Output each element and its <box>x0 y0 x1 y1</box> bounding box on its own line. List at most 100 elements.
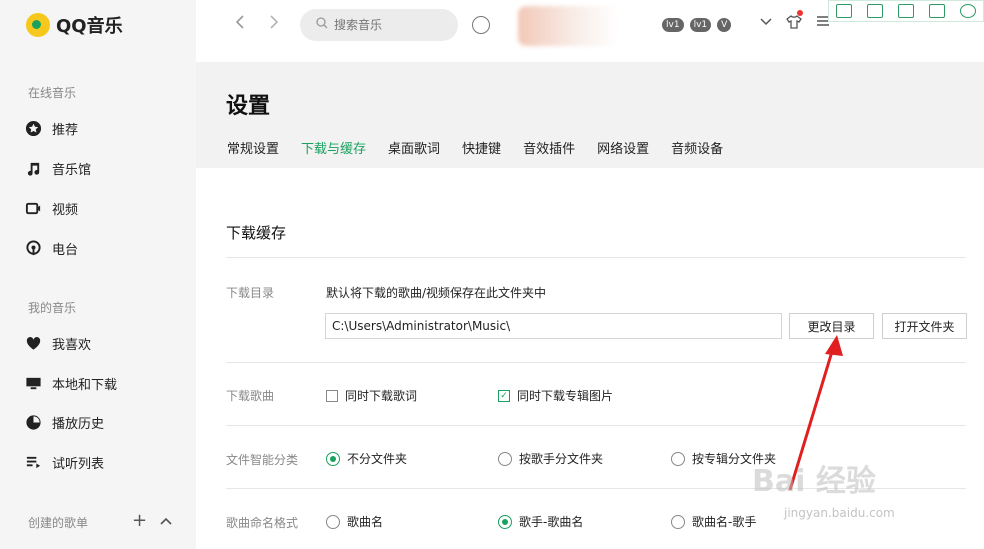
vip-badges[interactable]: lv1 lv1 V <box>662 18 732 32</box>
save-icon[interactable] <box>897 4 914 18</box>
naming-format-label: 歌曲命名格式 <box>226 516 299 530</box>
settings-header: 设置 常规设置 下载与缓存 桌面歌词 快捷键 音效插件 网络设置 音频设备 <box>196 62 984 168</box>
song-artist-option[interactable]: 歌曲名-歌手 <box>671 513 756 530</box>
playlist-tools: + <box>132 510 173 533</box>
qq-music-logo-icon <box>26 13 50 37</box>
radio-button[interactable] <box>326 514 340 529</box>
expand-icon[interactable] <box>867 4 884 18</box>
playlist-icon <box>24 453 42 471</box>
sidebar-item-label: 音乐馆 <box>52 162 92 178</box>
app-logo[interactable]: QQ音乐 <box>26 12 123 38</box>
sidebar-item-label: 推荐 <box>52 122 79 138</box>
sidebar-item-label: 试听列表 <box>52 456 105 472</box>
option-label: 按歌手分文件夹 <box>519 452 604 466</box>
download-songs-label: 下载歌曲 <box>226 389 275 403</box>
option-label: 歌曲名-歌手 <box>692 515 757 529</box>
voice-search-icon[interactable] <box>472 16 490 34</box>
open-folder-button[interactable]: 打开文件夹 <box>882 313 967 339</box>
option-label: 歌曲名 <box>347 515 384 529</box>
online-music-label: 在线音乐 <box>28 86 77 100</box>
divider <box>226 362 966 363</box>
tab-general[interactable]: 常规设置 <box>227 138 279 163</box>
sidebar-item-trial-list[interactable]: 试听列表 <box>24 451 104 473</box>
skin-icon[interactable] <box>786 14 802 34</box>
video-icon <box>24 199 42 217</box>
option-label: 同时下载专辑图片 <box>517 389 614 403</box>
download-cover-checkbox[interactable]: ✓ <box>498 389 510 402</box>
sidebar-item-label: 我喜欢 <box>52 337 92 353</box>
back-arrow-icon[interactable] <box>234 14 246 35</box>
option-label: 同时下载歌词 <box>345 389 418 403</box>
vip-icon: V <box>717 18 732 32</box>
change-directory-button[interactable]: 更改目录 <box>789 313 874 339</box>
radio-icon <box>24 239 42 257</box>
search-box[interactable] <box>300 9 458 41</box>
sidebar: QQ音乐 在线音乐 推荐 音乐馆 视频 电台 我的音乐 我喜欢 本地和下载 播放… <box>0 0 196 549</box>
monitor-icon <box>24 374 42 392</box>
option-label: 歌手-歌曲名 <box>519 515 584 529</box>
tab-download-cache[interactable]: 下载与缓存 <box>301 138 366 163</box>
sidebar-item-video[interactable]: 视频 <box>24 197 78 219</box>
level-badge: lv1 <box>662 18 684 32</box>
sidebar-item-music-hall[interactable]: 音乐馆 <box>24 157 91 179</box>
radio-button[interactable] <box>671 514 685 529</box>
add-playlist-icon[interactable]: + <box>132 510 147 533</box>
sidebar-item-label: 播放历史 <box>52 416 105 432</box>
download-path-field[interactable] <box>325 313 782 339</box>
radio-button[interactable] <box>498 451 512 466</box>
tab-audio-plugins[interactable]: 音效插件 <box>523 138 575 163</box>
download-dir-label: 下载目录 <box>226 286 275 300</box>
star-icon <box>24 119 42 137</box>
sidebar-item-local-download[interactable]: 本地和下载 <box>24 372 117 394</box>
download-lyrics-checkbox[interactable] <box>326 389 338 402</box>
divider <box>226 257 966 258</box>
radio-button[interactable] <box>671 451 685 466</box>
app-name: QQ音乐 <box>56 16 123 37</box>
no-folder-option[interactable]: 不分文件夹 <box>326 450 407 467</box>
search-input[interactable] <box>334 18 444 32</box>
download-cover-option[interactable]: ✓ 同时下载专辑图片 <box>498 387 613 404</box>
share-icon[interactable] <box>928 4 945 18</box>
tab-shortcuts[interactable]: 快捷键 <box>462 138 501 163</box>
forward-arrow-icon[interactable] <box>268 14 280 35</box>
watermark-url: jingyan.baidu.com <box>784 506 895 520</box>
option-label: 不分文件夹 <box>347 452 408 466</box>
divider <box>226 425 966 426</box>
tab-network[interactable]: 网络设置 <box>597 138 649 163</box>
music-note-icon <box>24 159 42 177</box>
top-bar: lv1 lv1 V <box>196 0 984 62</box>
page-title: 设置 <box>226 94 271 119</box>
gear-icon[interactable] <box>959 4 976 18</box>
section-title: 下载缓存 <box>226 224 287 242</box>
created-playlists-label: 创建的歌单 <box>28 516 89 530</box>
tab-desktop-lyrics[interactable]: 桌面歌词 <box>388 138 440 163</box>
sidebar-item-favorites[interactable]: 我喜欢 <box>24 332 91 354</box>
baidu-watermark: Bai 经验 <box>752 464 876 499</box>
chevron-down-icon[interactable] <box>759 14 773 32</box>
sidebar-item-history[interactable]: 播放历史 <box>24 411 104 433</box>
sidebar-item-label: 电台 <box>52 242 79 258</box>
smart-folder-label: 文件智能分类 <box>226 453 299 467</box>
level-badge: lv1 <box>689 18 712 32</box>
tablet-icon[interactable] <box>836 4 853 18</box>
collapse-icon[interactable] <box>159 510 173 533</box>
heart-icon <box>24 334 42 352</box>
search-icon <box>316 17 328 33</box>
radio-button[interactable] <box>326 451 340 466</box>
user-avatar[interactable] <box>518 6 618 46</box>
sidebar-item-radio[interactable]: 电台 <box>24 237 78 259</box>
sidebar-item-recommend[interactable]: 推荐 <box>24 117 78 139</box>
tab-audio-device[interactable]: 音频设备 <box>671 138 723 163</box>
download-lyrics-option[interactable]: 同时下载歌词 <box>326 387 417 404</box>
history-icon <box>24 413 42 431</box>
my-music-label: 我的音乐 <box>28 301 77 315</box>
song-name-option[interactable]: 歌曲名 <box>326 513 383 530</box>
sidebar-item-label: 本地和下载 <box>52 377 118 393</box>
download-dir-description: 默认将下载的歌曲/视频保存在此文件夹中 <box>326 286 547 300</box>
screenshot-tool-strip <box>828 0 984 22</box>
by-artist-option[interactable]: 按歌手分文件夹 <box>498 450 603 467</box>
sidebar-item-label: 视频 <box>52 202 79 218</box>
radio-button[interactable] <box>498 514 512 529</box>
settings-tabs: 常规设置 下载与缓存 桌面歌词 快捷键 音效插件 网络设置 音频设备 <box>227 138 723 163</box>
artist-song-option[interactable]: 歌手-歌曲名 <box>498 513 583 530</box>
